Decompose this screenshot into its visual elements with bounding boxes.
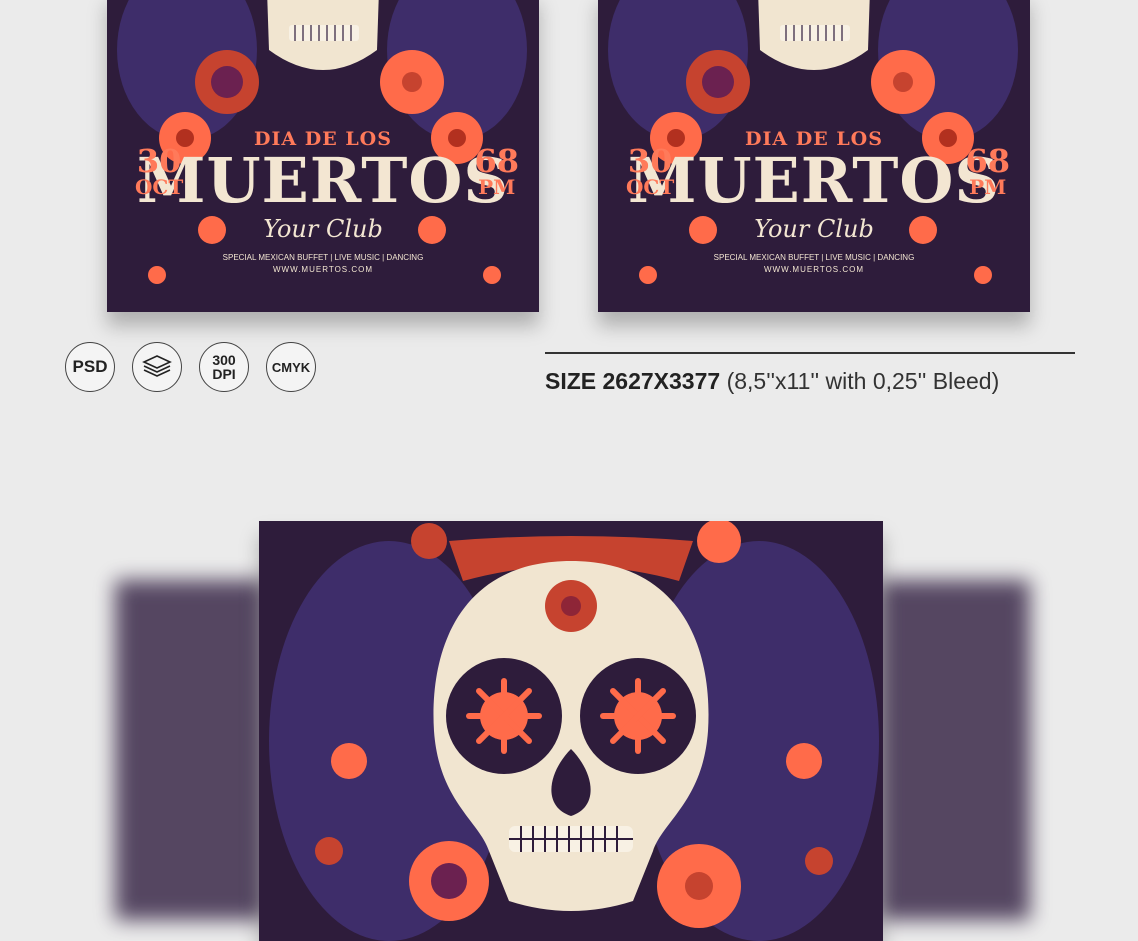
divider-line — [545, 352, 1075, 354]
flyer-url: WWW.MUERTOS.COM — [763, 265, 865, 274]
cmyk-label: CMYK — [271, 359, 311, 375]
psd-label: PSD — [72, 357, 108, 376]
sugar-skull-illustration — [269, 521, 879, 941]
flyer-time-ampm: PM — [478, 175, 516, 199]
dpi-badge: 300 DPI — [199, 342, 249, 392]
flyer-url: WWW.MUERTOS.COM — [272, 265, 374, 274]
layers-icon — [132, 342, 182, 392]
dpi-value: 300 — [212, 352, 236, 368]
flyer-script-text: Your Club — [263, 215, 383, 243]
flyer-date-month: OCT — [626, 175, 675, 199]
flyer-time-hour: 68 — [965, 142, 1010, 180]
flyer-time-ampm: PM — [969, 175, 1007, 199]
size-info: SIZE 2627X3377 (8,5''x11'' with 0,25'' B… — [545, 368, 999, 395]
flyer-date: 30 OCT — [626, 142, 675, 200]
size-note: (8,5''x11'' with 0,25'' Bleed) — [726, 368, 1000, 394]
cmyk-badge: CMYK — [266, 342, 316, 392]
flyer-date-day: 30 — [627, 142, 673, 180]
flyer-preview-left: DIA DE LOS MUERTOS Your Club SPECIAL MEX… — [107, 0, 539, 312]
flyer-time: 68 PM — [474, 142, 519, 200]
size-label: SIZE 2627X3377 — [545, 368, 721, 394]
blurred-background-left — [115, 580, 265, 920]
flyer-date-day: 30 — [136, 142, 182, 180]
flyer-closeup — [259, 521, 883, 941]
layers-icon-graphic — [142, 355, 172, 377]
blurred-background-right — [880, 580, 1030, 920]
psd-badge: PSD — [65, 342, 115, 392]
flyer-details: SPECIAL MEXICAN BUFFET | LIVE MUSIC | DA… — [713, 253, 915, 262]
flyer-date: 30 OCT — [135, 142, 184, 200]
flyer-details: SPECIAL MEXICAN BUFFET | LIVE MUSIC | DA… — [222, 253, 424, 262]
dpi-label: DPI — [212, 366, 236, 382]
flyer-time-hour: 68 — [474, 142, 519, 180]
flyer-preview-right: DIA DE LOS MUERTOS Your Club SPECIAL MEX… — [598, 0, 1030, 312]
flyer-time: 68 PM — [965, 142, 1010, 200]
flyer-script-text: Your Club — [754, 215, 874, 243]
flyer-date-month: OCT — [135, 175, 184, 199]
